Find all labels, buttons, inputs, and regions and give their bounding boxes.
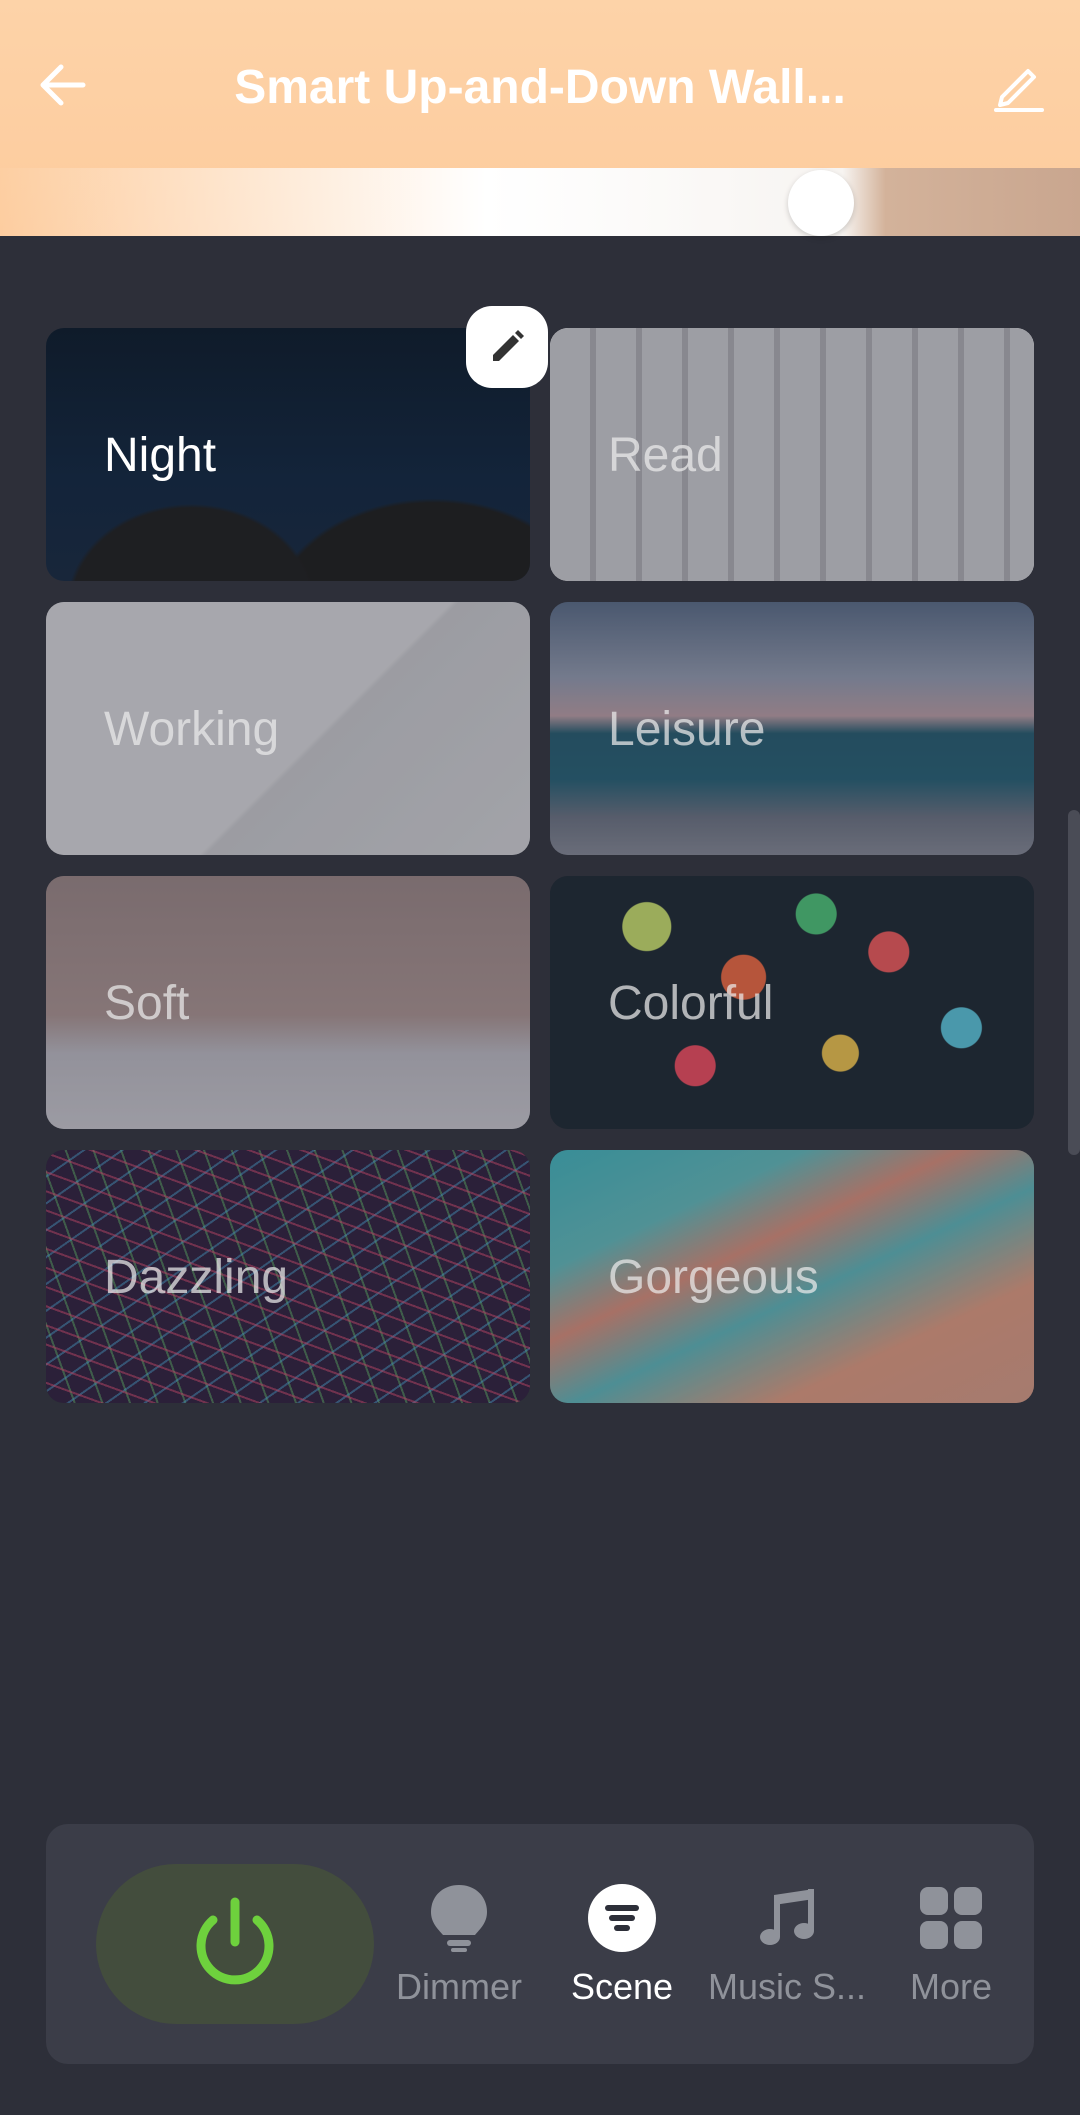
- scene-card-soft[interactable]: Soft: [46, 876, 530, 1129]
- scene-label: Read: [608, 429, 723, 482]
- back-button[interactable]: [30, 52, 96, 118]
- bulb-icon: [431, 1885, 487, 1952]
- brightness-slider-thumb[interactable]: [788, 170, 854, 236]
- scene-label: Gorgeous: [608, 1251, 819, 1304]
- scene-card-working[interactable]: Working: [46, 602, 530, 855]
- scene-icon: [588, 1884, 656, 1952]
- nav-dimmer[interactable]: Dimmer: [374, 1878, 544, 2018]
- pencil-icon: [493, 330, 524, 361]
- nav-label-music: Music S...: [707, 1966, 867, 2007]
- nav-label-scene: Scene: [570, 1966, 674, 2007]
- power-icon: [196, 1897, 274, 1985]
- nav-scene[interactable]: Scene: [537, 1878, 707, 2018]
- scene-card-read[interactable]: Read: [550, 328, 1034, 581]
- power-button[interactable]: [96, 1864, 374, 2024]
- scene-edit-button[interactable]: [466, 306, 548, 388]
- scrollbar[interactable]: [1068, 810, 1080, 1155]
- scene-card-colorful[interactable]: Colorful: [550, 876, 1034, 1129]
- scene-card-gorgeous[interactable]: Gorgeous: [550, 1150, 1034, 1403]
- scene-label: Dazzling: [104, 1251, 289, 1304]
- scene-label: Soft: [104, 977, 190, 1030]
- bottom-control-bar: Dimmer Scene Music S... More: [46, 1824, 1034, 2064]
- grid-icon: [920, 1887, 982, 1949]
- nav-more[interactable]: More: [866, 1878, 1036, 2018]
- page-title: Smart Up-and-Down Wall...: [234, 61, 846, 114]
- scene-card-leisure[interactable]: Leisure: [550, 602, 1034, 855]
- nav-label-more: More: [909, 1966, 993, 2007]
- scene-label: Colorful: [608, 977, 774, 1030]
- scene-label: Leisure: [608, 703, 766, 756]
- music-note-icon: [760, 1889, 814, 1945]
- edit-device-button[interactable]: [985, 52, 1051, 118]
- scene-label: Night: [104, 429, 217, 482]
- scene-card-night[interactable]: Night: [46, 328, 530, 581]
- scene-card-dazzling[interactable]: Dazzling: [46, 1150, 530, 1403]
- brightness-slider-track[interactable]: [0, 168, 1080, 236]
- scene-label: Working: [104, 703, 280, 756]
- arrow-left-icon: [40, 64, 86, 106]
- pencil-icon: [994, 69, 1044, 112]
- nav-label-dimmer: Dimmer: [396, 1966, 522, 2007]
- nav-music[interactable]: Music S...: [702, 1878, 872, 2018]
